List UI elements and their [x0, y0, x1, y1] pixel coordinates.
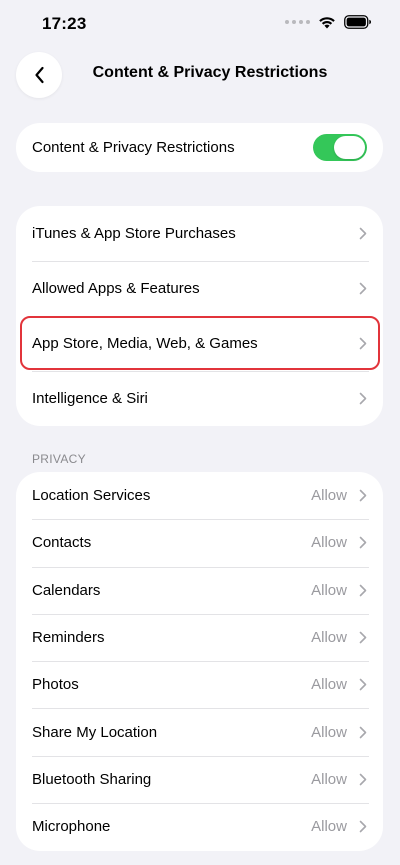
privacy-item-label: Bluetooth Sharing — [32, 770, 152, 788]
menu-item-intelligence-siri[interactable]: Intelligence & Siri — [16, 371, 383, 426]
menu-item-label: Intelligence & Siri — [32, 390, 148, 407]
chevron-right-icon — [359, 820, 367, 833]
chevron-right-icon — [359, 631, 367, 644]
chevron-right-icon — [359, 227, 367, 240]
privacy-item-label: Calendars — [32, 581, 101, 599]
toggle-knob — [334, 136, 365, 159]
wifi-icon — [319, 16, 335, 28]
menu-item-itunes-app-store-purchases[interactable]: iTunes & App Store Purchases — [16, 206, 383, 261]
chevron-right-icon — [359, 337, 367, 350]
chevron-right-icon — [359, 773, 367, 786]
privacy-item-share-my-location[interactable]: Share My Location Allow — [16, 708, 383, 755]
navigation-bar: Content & Privacy Restrictions — [0, 50, 400, 98]
content-privacy-toggle-row: Content & Privacy Restrictions — [16, 123, 383, 172]
privacy-item-label: Share My Location — [32, 723, 158, 741]
privacy-item-value: Allow — [311, 818, 347, 836]
chevron-right-icon — [359, 584, 367, 597]
privacy-item-value: Allow — [311, 723, 347, 741]
restrictions-menu-card: iTunes & App Store Purchases Allowed App… — [16, 206, 383, 426]
chevron-right-icon — [359, 489, 367, 502]
privacy-item-reminders[interactable]: Reminders Allow — [16, 613, 383, 661]
cellular-signal-icon — [285, 20, 310, 24]
menu-item-allowed-apps-features[interactable]: Allowed Apps & Features — [16, 261, 383, 316]
privacy-item-value: Allow — [311, 487, 347, 505]
privacy-item-value: Allow — [311, 629, 347, 647]
privacy-item-value: Allow — [311, 770, 347, 788]
back-button[interactable] — [16, 52, 62, 98]
master-toggle-card: Content & Privacy Restrictions — [16, 123, 383, 172]
privacy-item-location-services[interactable]: Location Services Allow — [16, 472, 383, 519]
privacy-item-value: Allow — [311, 534, 347, 552]
chevron-right-icon — [359, 679, 367, 691]
menu-item-app-store-media-web-games[interactable]: App Store, Media, Web, & Games — [16, 316, 383, 371]
status-icons — [285, 15, 372, 29]
privacy-item-microphone[interactable]: Microphone Allow — [16, 803, 383, 850]
menu-item-label: App Store, Media, Web, & Games — [32, 335, 258, 352]
privacy-item-contacts[interactable]: Contacts Allow — [16, 519, 383, 566]
privacy-item-label: Contacts — [32, 534, 92, 552]
status-time: 17:23 — [42, 14, 87, 33]
privacy-item-value: Allow — [311, 581, 347, 599]
menu-item-label: Allowed Apps & Features — [32, 280, 200, 297]
chevron-right-icon — [359, 392, 367, 405]
chevron-right-icon — [359, 282, 367, 295]
page-title: Content & Privacy Restrictions — [92, 64, 328, 81]
chevron-right-icon — [359, 537, 367, 549]
privacy-item-label: Microphone — [32, 818, 111, 836]
privacy-item-bluetooth-sharing[interactable]: Bluetooth Sharing Allow — [16, 755, 383, 803]
content-privacy-toggle[interactable] — [313, 134, 367, 161]
privacy-item-label: Location Services — [32, 487, 151, 505]
privacy-card: Location Services Allow Contacts Allow C… — [16, 472, 383, 851]
privacy-item-label: Reminders — [32, 629, 105, 647]
chevron-right-icon — [359, 726, 367, 738]
menu-item-label: iTunes & App Store Purchases — [32, 225, 236, 242]
battery-icon — [344, 15, 371, 29]
privacy-item-value: Allow — [311, 676, 347, 694]
privacy-item-calendars[interactable]: Calendars Allow — [16, 566, 383, 614]
content-privacy-toggle-label: Content & Privacy Restrictions — [32, 139, 235, 156]
privacy-item-photos[interactable]: Photos Allow — [16, 661, 383, 708]
status-bar: 17:23 — [0, 0, 400, 50]
chevron-left-icon — [34, 66, 44, 84]
privacy-item-label: Photos — [32, 676, 79, 694]
privacy-section-header: PRIVACY — [32, 452, 86, 466]
